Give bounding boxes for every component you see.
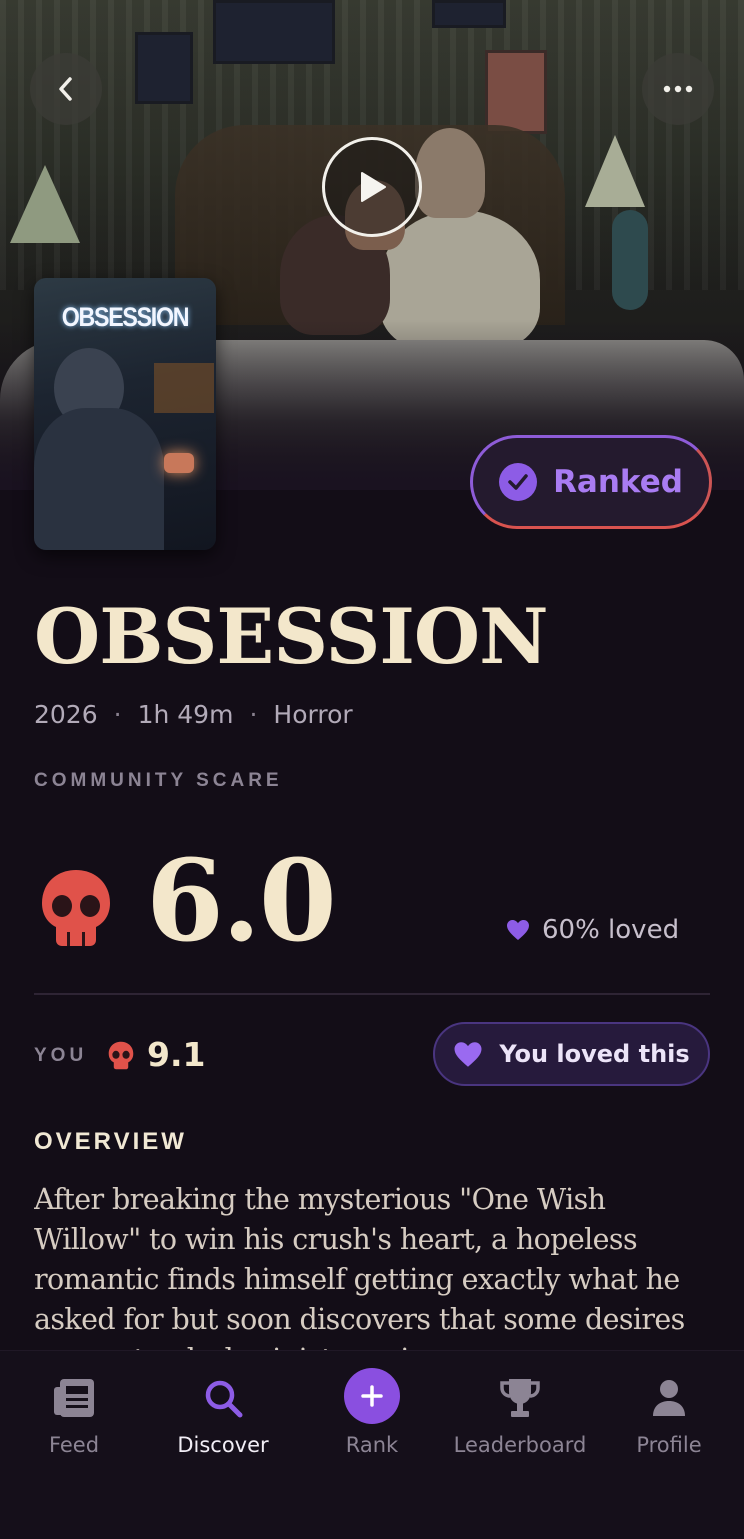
poster-title: OBSESSION xyxy=(61,302,190,332)
you-loved-this-button[interactable]: You loved this xyxy=(433,1022,710,1086)
tab-rank[interactable]: Rank xyxy=(297,1368,447,1457)
ranked-label: Ranked xyxy=(553,464,683,500)
ellipsis-icon xyxy=(663,85,693,93)
tab-discover[interactable]: Discover xyxy=(148,1373,298,1457)
meta-separator: · xyxy=(249,700,258,729)
trophy-icon xyxy=(500,1379,540,1417)
community-score: 6.0 xyxy=(146,836,337,967)
more-options-button[interactable] xyxy=(642,53,714,125)
community-scare-label: COMMUNITY SCARE xyxy=(34,770,283,791)
movie-genre: Horror xyxy=(273,700,353,729)
movie-runtime: 1h 49m xyxy=(137,700,234,729)
divider xyxy=(34,993,710,995)
movie-year: 2026 xyxy=(34,700,98,729)
chevron-left-icon xyxy=(59,77,72,101)
loved-percent: 60% loved xyxy=(542,915,680,945)
tab-leaderboard-label: Leaderboard xyxy=(453,1433,587,1457)
you-label: YOU xyxy=(34,1045,88,1066)
your-score: 9.1 xyxy=(147,1035,206,1074)
feed-icon xyxy=(54,1379,94,1417)
play-trailer-button[interactable] xyxy=(322,137,422,237)
movie-poster: OBSESSION xyxy=(34,278,216,550)
skull-icon xyxy=(108,1041,134,1075)
tab-profile[interactable]: Profile xyxy=(594,1373,744,1457)
movie-meta: 2026 · 1h 49m · Horror xyxy=(34,700,353,729)
heart-icon xyxy=(454,1041,482,1067)
tab-rank-label: Rank xyxy=(345,1433,399,1457)
tab-discover-label: Discover xyxy=(177,1433,269,1457)
you-loved-this-label: You loved this xyxy=(499,1040,690,1068)
movie-title: OBSESSION xyxy=(34,592,549,681)
overview-heading: OVERVIEW xyxy=(34,1128,187,1155)
bottom-tab-bar: Feed Discover Rank Leaderboard Profile xyxy=(0,1350,744,1539)
ranked-button[interactable]: Ranked xyxy=(470,435,712,529)
back-button[interactable] xyxy=(30,53,102,125)
search-icon xyxy=(205,1380,243,1418)
person-icon xyxy=(653,1380,685,1416)
play-icon xyxy=(361,172,386,202)
overview-text: After breaking the mysterious "One Wish … xyxy=(34,1183,685,1350)
tab-feed-label: Feed xyxy=(48,1433,100,1457)
skull-icon xyxy=(40,868,112,953)
tab-profile-label: Profile xyxy=(636,1433,702,1457)
community-loved: 60% loved xyxy=(506,915,679,945)
tab-leaderboard[interactable]: Leaderboard xyxy=(445,1373,595,1457)
meta-separator: · xyxy=(113,700,122,729)
check-circle-icon xyxy=(499,463,538,501)
tab-feed[interactable]: Feed xyxy=(0,1373,149,1457)
plus-icon xyxy=(344,1368,400,1424)
heart-icon xyxy=(507,920,529,940)
